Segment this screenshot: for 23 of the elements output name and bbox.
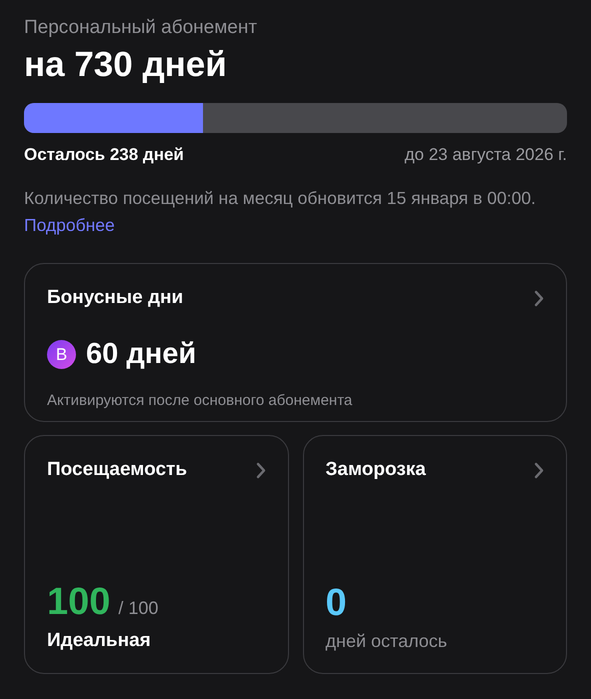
bonus-days: 60 дней — [86, 332, 196, 376]
stat-caption: дней осталось — [326, 630, 448, 653]
chevron-icon — [534, 290, 544, 307]
stat-card[interactable]: Заморозка 0 дней осталось — [302, 435, 567, 674]
end-date: до 23 августа 2026 г. — [404, 144, 567, 166]
bonus-badge: B — [47, 340, 76, 369]
notice-text: Количество посещений на месяц обновится 15 января в 00:00. Подробнее — [24, 187, 537, 237]
card-caption: Активируются после основного абонемента — [47, 391, 354, 411]
card-title: Бонусные дни — [47, 286, 184, 310]
subscription-title: на 730 дней — [24, 44, 228, 86]
stat-total: / 100 — [118, 596, 158, 620]
card-title: Посещаемость — [47, 458, 188, 482]
more-link[interactable]: Подробнее — [24, 215, 115, 235]
bonus-card[interactable]: Бонусные дни B 60 дней Активируются после основного абонемента — [24, 263, 567, 422]
stat-caption: Идеальная — [47, 628, 152, 652]
chevron-icon — [534, 462, 544, 479]
days-remaining: Осталось 238 дней — [24, 144, 184, 166]
stat-card[interactable]: Посещаемость 100 / 100 Идеальная — [24, 435, 288, 674]
subscription-label: Персональный абонемент — [24, 16, 258, 40]
stat-value: 100 — [47, 580, 110, 622]
stat-value: 0 — [326, 582, 347, 624]
chevron-icon — [256, 462, 266, 479]
card-title: Заморозка — [326, 458, 426, 482]
